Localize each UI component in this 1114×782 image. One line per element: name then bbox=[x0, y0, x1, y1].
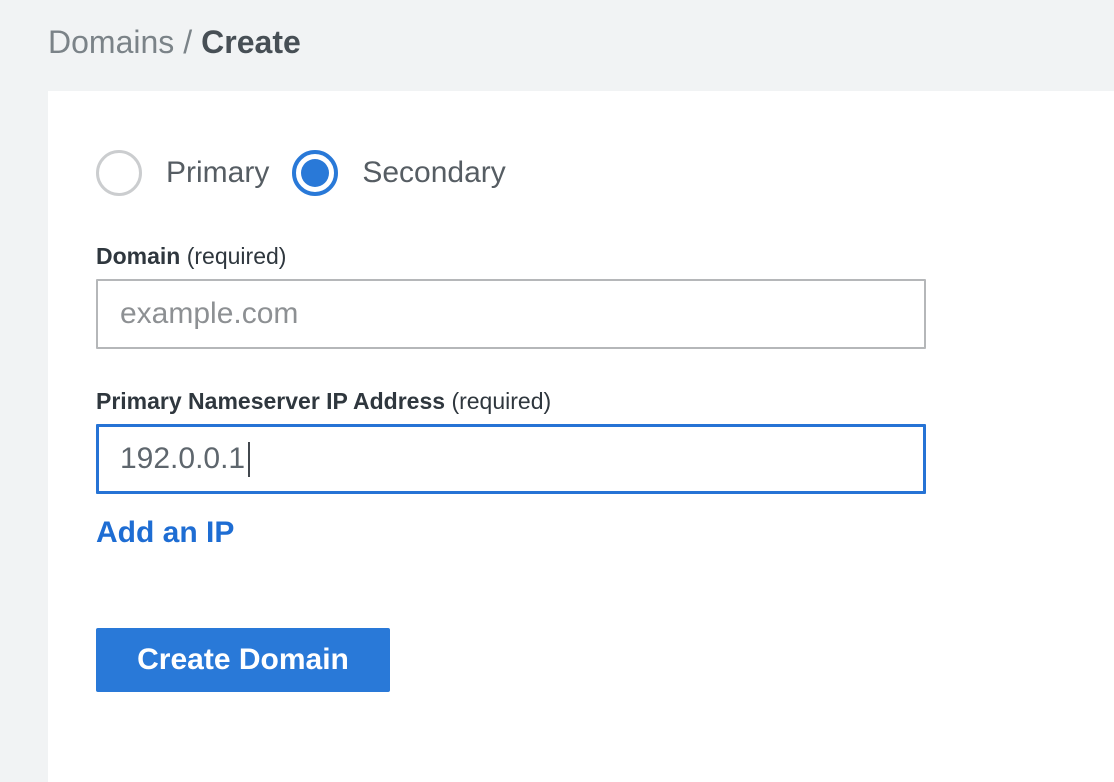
domain-input[interactable] bbox=[96, 279, 926, 349]
primary-ns-ip-required-note: (required) bbox=[451, 388, 551, 414]
primary-ns-ip-field-label: Primary Nameserver IP Address (required) bbox=[96, 388, 1066, 415]
primary-ns-ip-input[interactable]: 192.0.0.1 bbox=[96, 424, 926, 494]
primary-ns-ip-label-text: Primary Nameserver IP Address bbox=[96, 388, 445, 414]
primary-ns-ip-value: 192.0.0.1 bbox=[120, 442, 245, 476]
radio-selected-dot bbox=[301, 159, 329, 187]
text-caret bbox=[248, 442, 250, 477]
radio-option-primary[interactable]: Primary bbox=[96, 150, 269, 196]
radio-secondary-circle[interactable] bbox=[292, 150, 338, 196]
breadcrumb-current-page: Create bbox=[201, 22, 301, 62]
breadcrumb-domains-link[interactable]: Domains bbox=[48, 22, 174, 62]
radio-secondary-label: Secondary bbox=[362, 156, 505, 190]
radio-option-secondary[interactable]: Secondary bbox=[292, 150, 505, 196]
create-domain-button[interactable]: Create Domain bbox=[96, 628, 390, 692]
add-ip-link[interactable]: Add an IP bbox=[96, 515, 234, 551]
create-domain-panel: Primary Secondary Domain (required) Prim… bbox=[48, 91, 1114, 782]
domain-label-text: Domain bbox=[96, 243, 180, 269]
radio-primary-label: Primary bbox=[166, 156, 269, 190]
radio-primary-circle[interactable] bbox=[96, 150, 142, 196]
breadcrumb: Domains / Create bbox=[0, 0, 1114, 62]
domain-required-note: (required) bbox=[187, 243, 287, 269]
domain-type-radio-group: Primary Secondary bbox=[96, 150, 1066, 196]
breadcrumb-separator: / bbox=[183, 22, 192, 62]
domain-field-label: Domain (required) bbox=[96, 243, 1066, 270]
